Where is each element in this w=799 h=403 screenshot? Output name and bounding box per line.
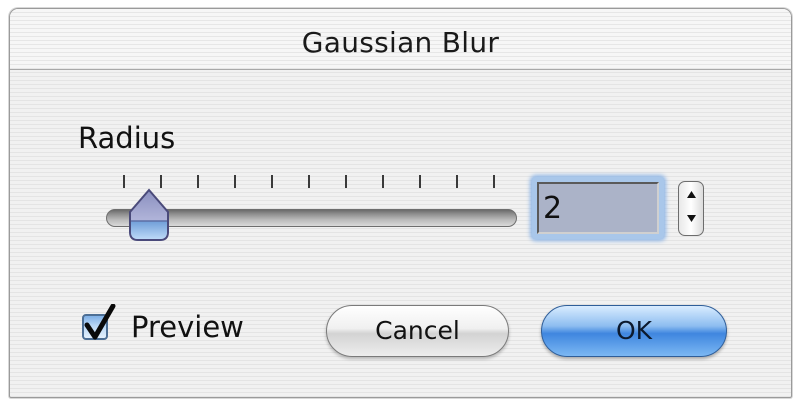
dialog-window: Gaussian Blur Radius 2 Preview Cancel OK [9, 8, 792, 398]
slider-tick [308, 175, 310, 188]
slider-tick [493, 175, 495, 188]
preview-checkbox[interactable] [82, 304, 116, 340]
radius-input[interactable] [537, 182, 659, 234]
slider-tick [382, 175, 384, 188]
slider-tick [197, 175, 199, 188]
arrow-up-icon[interactable] [679, 182, 703, 209]
slider-tick [345, 175, 347, 188]
slider-ticks [123, 175, 503, 191]
slider-tick [419, 175, 421, 188]
radius-stepper[interactable] [678, 181, 704, 236]
checkmark-icon [84, 304, 116, 340]
preview-label[interactable]: Preview [131, 310, 244, 344]
slider-thumb-icon[interactable] [127, 188, 171, 242]
arrow-down-icon[interactable] [679, 209, 703, 236]
ok-button[interactable]: OK [541, 305, 727, 357]
dialog-title: Gaussian Blur [301, 26, 500, 59]
slider-tick [160, 175, 162, 188]
slider-tick [234, 175, 236, 188]
cancel-button[interactable]: Cancel [326, 305, 509, 357]
radius-label: Radius [78, 121, 176, 155]
slider-tick [123, 175, 125, 188]
title-bar[interactable]: Gaussian Blur [10, 9, 791, 70]
slider-tick [271, 175, 273, 188]
radius-field-focus [532, 177, 664, 239]
slider-tick [456, 175, 458, 188]
